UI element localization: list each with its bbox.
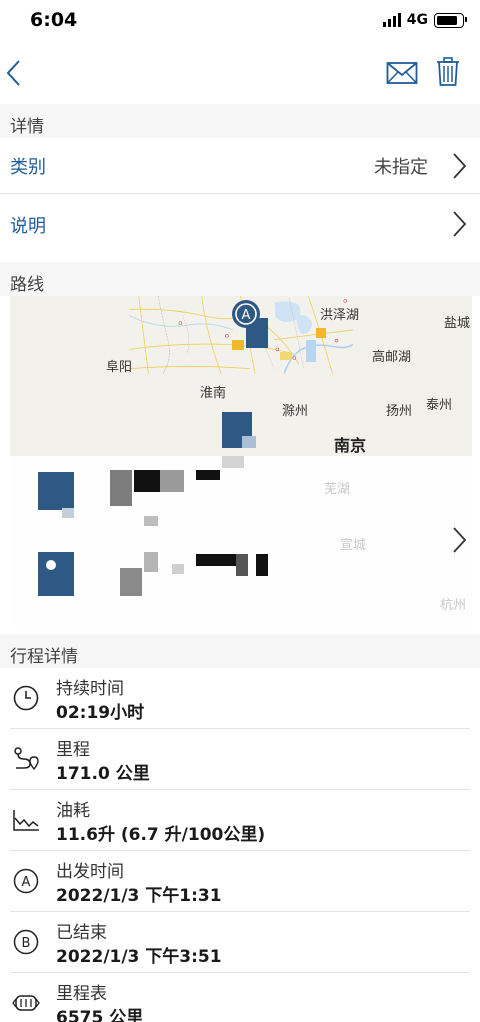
trip-end-row: B 已结束 2022/1/3 下午3:51: [0, 912, 480, 973]
map-label: 泰州: [426, 398, 453, 413]
chevron-right-icon: [453, 527, 467, 553]
trash-icon: [437, 57, 459, 86]
route-summary-overlay: 芜湖 宣城 杭州: [10, 456, 472, 626]
route-pixel: [222, 456, 244, 468]
route-pixel: [232, 340, 244, 350]
route-pixel: [120, 568, 142, 596]
detail-value: 6575 公里: [56, 1008, 144, 1022]
trip-fuel-row: 油耗 11.6升 (6.7 升/100公里): [0, 790, 480, 851]
description-row[interactable]: 说明: [0, 194, 480, 254]
map-label: 滁州: [282, 404, 309, 419]
detail-title: 里程表: [56, 984, 107, 1004]
category-row[interactable]: 类别 未指定: [0, 138, 480, 194]
battery-icon: [434, 12, 467, 28]
detail-title: 已结束: [56, 923, 107, 943]
route-pixel: [160, 470, 184, 492]
route-pixel: [144, 516, 158, 526]
section-header-route: 路线: [0, 262, 480, 296]
detail-value: 02:19小时: [56, 703, 145, 723]
map-label: 扬州: [386, 404, 413, 419]
route-pixel: [242, 436, 256, 448]
mail-icon: [386, 62, 418, 84]
svg-text:B: B: [22, 936, 31, 951]
map-label: 宣城: [340, 538, 367, 553]
route-start-pixel: [38, 472, 74, 510]
map-label: 淮南: [200, 386, 227, 401]
end-b-icon: B: [13, 929, 39, 955]
section-header-details: 详情: [0, 104, 480, 138]
route-pixel: [280, 352, 292, 360]
start-marker-icon: A: [232, 300, 260, 328]
start-a-icon: A: [13, 868, 39, 894]
status-time: 6:04: [30, 9, 78, 31]
route-pixel: [236, 554, 248, 576]
category-value: 未指定: [374, 157, 428, 178]
route-map[interactable]: 洪泽湖 盐城 阜阳 高邮湖 淮南 滁州 扬州 泰州 南京 A 芜湖 宣城 杭州: [10, 296, 472, 626]
map-label: 南京: [334, 436, 367, 455]
clock-icon: [13, 685, 39, 711]
nav-bar: [0, 44, 480, 100]
section-title-trip-details: 行程详情: [10, 647, 78, 667]
route-pixel: [46, 560, 56, 570]
start-marker-letter: A: [242, 308, 251, 323]
map-label: 杭州: [440, 598, 467, 613]
back-chevron-icon: [6, 60, 20, 86]
detail-value: 2022/1/3 下午1:31: [56, 886, 222, 906]
chevron-right-icon: [453, 211, 467, 237]
back-button[interactable]: [0, 56, 26, 90]
description-label: 说明: [10, 216, 46, 237]
detail-value: 2022/1/3 下午3:51: [56, 947, 222, 967]
route-pixel: [306, 340, 316, 362]
odometer-icon: [12, 995, 40, 1011]
route-pixel: [62, 508, 74, 518]
detail-title: 持续时间: [56, 679, 124, 699]
section-header-trip-details: 行程详情: [0, 634, 480, 668]
signal-icon: [382, 13, 401, 27]
map-label: 芜湖: [324, 482, 351, 497]
mail-button[interactable]: [385, 58, 419, 88]
route-pixel: [196, 554, 236, 566]
route-pixel: [134, 470, 160, 492]
svg-text:A: A: [22, 875, 31, 890]
chevron-right-icon: [453, 153, 467, 179]
section-title-route: 路线: [10, 275, 44, 295]
detail-value: 11.6升 (6.7 升/100公里): [56, 825, 266, 845]
trip-odometer-row: 里程表 6575 公里: [0, 973, 480, 1022]
trip-start-row: A 出发时间 2022/1/3 下午1:31: [0, 851, 480, 912]
route-pixel: [172, 564, 184, 574]
map-label: 洪泽湖: [320, 308, 360, 323]
fuel-chart-icon: [13, 810, 39, 831]
route-pixel: [256, 554, 268, 576]
delete-button[interactable]: [434, 54, 462, 90]
map-label: 高邮湖: [372, 350, 412, 365]
network-type: 4G: [406, 12, 428, 28]
route-pixel: [110, 470, 132, 506]
trip-duration-row: 持续时间 02:19小时: [0, 668, 480, 729]
detail-title: 出发时间: [56, 862, 124, 882]
map-label: 盐城: [444, 316, 471, 331]
map-label: 阜阳: [106, 360, 133, 375]
category-label: 类别: [10, 157, 46, 178]
detail-value: 171.0 公里: [56, 764, 150, 784]
status-indicators: 4G: [382, 12, 467, 28]
route-end-pixel: [38, 552, 74, 596]
route-pixel: [196, 470, 220, 480]
route-pixel: [316, 328, 326, 338]
route-pixel: [144, 552, 158, 572]
status-bar: 6:04 4G: [0, 0, 480, 44]
detail-title: 里程: [56, 740, 90, 760]
section-title-details: 详情: [10, 117, 44, 137]
detail-title: 油耗: [56, 801, 90, 821]
route-icon: [14, 747, 39, 771]
trip-distance-row: 里程 171.0 公里: [0, 729, 480, 790]
